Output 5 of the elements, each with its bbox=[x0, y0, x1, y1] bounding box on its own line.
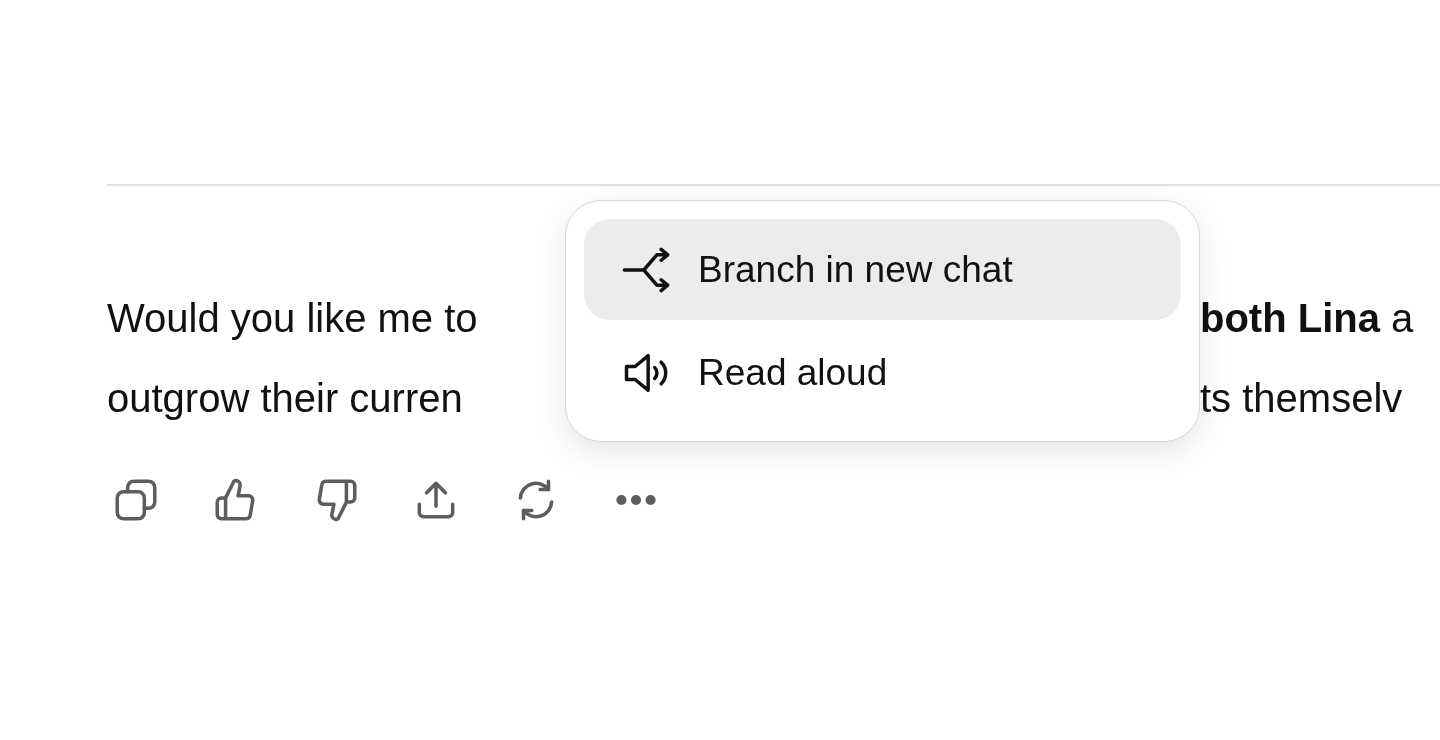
message-text: Would you like me to bbox=[107, 295, 479, 341]
message-text: both Lina a bbox=[1200, 295, 1415, 341]
message-text: ts themselv bbox=[1200, 375, 1404, 421]
menu-item[interactable]: Branch in new chat bbox=[584, 219, 1181, 320]
message-text: outgrow their curren bbox=[107, 375, 464, 421]
